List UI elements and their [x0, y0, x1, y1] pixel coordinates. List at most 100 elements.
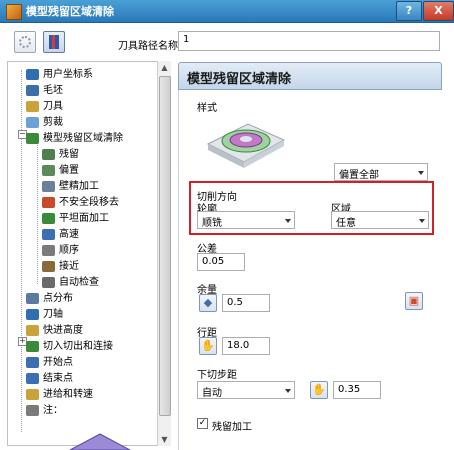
flat-face-icon [42, 212, 55, 224]
tree-item[interactable]: 点分布 [26, 291, 73, 306]
allowance-input[interactable]: 0.5 [222, 294, 270, 312]
tree-item-label: 切入切出和连接 [43, 341, 113, 352]
order-icon [42, 244, 55, 256]
tree-item-label: 接近 [59, 261, 79, 272]
tree-item[interactable]: 进给和转速 [26, 387, 93, 402]
profile-direction-value: 顺铣 [202, 218, 222, 229]
app-icon [6, 4, 22, 20]
chevron-down-icon [418, 171, 424, 175]
tree-item-label: 自动检查 [59, 277, 99, 288]
toolpath-name-label: 刀具路径名称 [118, 41, 178, 52]
tree-item-label: 偏置 [59, 165, 79, 176]
tree-item-label: 结束点 [43, 373, 73, 384]
auto-check-icon [42, 276, 55, 288]
tree-item-label: 进给和转速 [43, 389, 93, 400]
scroll-thumb[interactable] [159, 76, 171, 416]
profile-direction-select[interactable]: 顺铣 [197, 211, 295, 229]
wall-finish-icon [42, 180, 55, 192]
component-allowance-button[interactable]: ▣ [405, 292, 423, 310]
tree-item[interactable]: 接近 [42, 259, 79, 274]
high-speed-icon [42, 228, 55, 240]
scroll-down-arrow[interactable]: ▼ [158, 433, 171, 446]
tool-select-button[interactable] [43, 31, 65, 53]
stepover-input[interactable]: 18.0 [222, 337, 270, 355]
title-bar: 模型残留区域清除 ? X [0, 0, 454, 23]
allowance-button[interactable]: ◆ [199, 294, 217, 312]
tolerance-input[interactable]: 0.05 [197, 253, 245, 271]
tree-item[interactable]: 模型残留区域清除 [26, 131, 123, 146]
notes-icon [26, 404, 39, 416]
hand-icon: ✋ [201, 339, 215, 352]
close-button[interactable]: X [423, 1, 454, 21]
window-title: 模型残留区域清除 [26, 5, 114, 18]
rest-icon [42, 148, 55, 160]
tree-item[interactable]: 开始点 [26, 355, 73, 370]
stepdown-label: 下切步距 [197, 370, 237, 381]
tree-item[interactable]: 平坦面加工 [42, 211, 109, 226]
gear-icon [19, 36, 31, 48]
tree-scrollbar[interactable]: ▲ ▼ [157, 61, 171, 446]
tree-item[interactable]: 壁精加工 [42, 179, 99, 194]
point-distribution-icon [26, 292, 39, 304]
tree-item-label: 注： [43, 405, 63, 416]
tree-item[interactable]: 用户坐标系 [26, 67, 93, 82]
tree-item[interactable]: 不安全段移去 [42, 195, 119, 210]
tree-item[interactable]: 毛坯 [26, 83, 63, 98]
tree-item-label: 毛坯 [43, 85, 63, 96]
panel-title: 模型残留区域清除 [187, 72, 292, 87]
toolpath-name-input[interactable]: 1 [178, 31, 440, 51]
block-icon [26, 84, 39, 96]
tree-connector-sub [37, 142, 38, 284]
start-point-icon [26, 356, 39, 368]
stepdown-hand-button[interactable]: ✋ [310, 381, 328, 399]
tree-item[interactable]: 结束点 [26, 371, 73, 386]
tree-item[interactable]: 切入切出和连接 [26, 339, 113, 354]
tree-item-label: 刀具 [43, 101, 63, 112]
strategy-icon [26, 132, 39, 144]
scroll-up-arrow[interactable]: ▲ [158, 61, 171, 74]
hand-icon: ✋ [312, 383, 326, 396]
tree-item[interactable]: 顺序 [42, 243, 79, 258]
help-button[interactable]: ? [396, 1, 422, 21]
rest-machining-checkbox[interactable]: ✓ [197, 418, 208, 429]
approach-icon [42, 260, 55, 272]
area-direction-select[interactable]: 任意 [331, 211, 429, 229]
stepover-hand-button[interactable]: ✋ [199, 337, 217, 355]
tree-item[interactable]: 高速 [42, 227, 79, 242]
tree-item[interactable]: 偏置 [42, 163, 79, 178]
stepdown-mode-select[interactable]: 自动 [197, 381, 295, 399]
strategy-tree: − + 用户坐标系 毛坯 刀具 剪裁 模型残留区域清除 残留 偏置 壁精加工 不安全段移去 平坦面… [7, 61, 171, 446]
ucs-icon [26, 68, 39, 80]
stepdown-input[interactable]: 0.35 [333, 381, 381, 399]
tree-item[interactable]: 快进高度 [26, 323, 83, 338]
chevron-down-icon [419, 219, 425, 223]
trim-icon [26, 116, 39, 128]
tree-item[interactable]: 刀轴 [26, 307, 63, 322]
leads-links-icon [26, 340, 39, 352]
feeds-speeds-icon [26, 388, 39, 400]
chevron-down-icon [285, 389, 291, 393]
tree-item[interactable]: 自动检查 [42, 275, 99, 290]
tree-item[interactable]: 注： [26, 403, 63, 418]
tree-item[interactable]: 刀具 [26, 99, 63, 114]
rest-machining-label: 残留加工 [212, 422, 252, 433]
tree-item[interactable]: 残留 [42, 147, 79, 162]
tree-item[interactable]: 剪裁 [26, 115, 63, 130]
rapid-height-icon [26, 324, 39, 336]
tree-connector [21, 70, 22, 432]
area-direction-value: 任意 [336, 218, 356, 229]
end-point-icon [26, 372, 39, 384]
chevron-down-icon [285, 219, 291, 223]
tree-item-label: 平坦面加工 [59, 213, 109, 224]
tree-item-label: 模型残留区域清除 [43, 133, 123, 144]
tree-item-label: 开始点 [43, 357, 73, 368]
tool-axis-icon [26, 308, 39, 320]
style-preview-image [206, 123, 286, 168]
style-select-value: 偏置全部 [339, 170, 379, 181]
settings-button[interactable] [14, 31, 36, 53]
style-select[interactable]: 偏置全部 [334, 163, 428, 181]
tool-icon [26, 100, 39, 112]
panel-header: 模型残留区域清除 [178, 62, 442, 90]
allowance-icon: ◆ [203, 296, 213, 309]
tree-item-label: 点分布 [43, 293, 73, 304]
